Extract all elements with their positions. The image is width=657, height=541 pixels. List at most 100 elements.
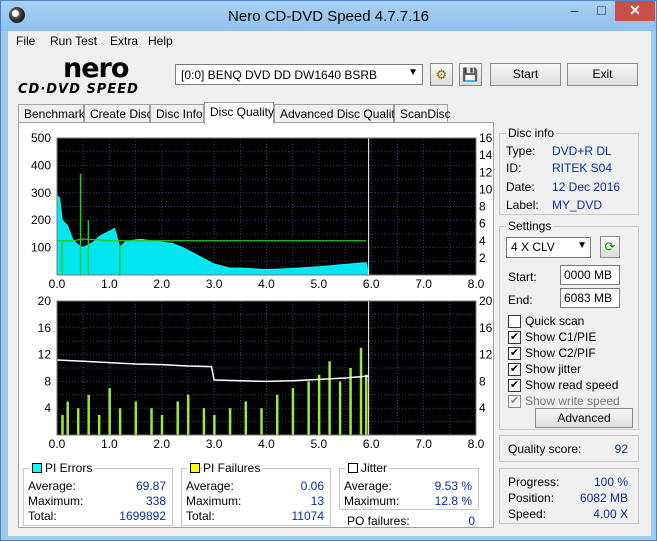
show-jitter-checkbox[interactable]: ✔: [508, 363, 521, 376]
chart-0-x-tick-label: 2.0: [153, 277, 170, 291]
drive-select-value: [0:0] BENQ DVD DD DW1640 BSRB: [181, 68, 378, 82]
pi-failures-bar: [134, 401, 138, 435]
progress-value: 100 %: [593, 475, 628, 489]
chart-0-x-tick-label: 6.0: [363, 277, 380, 291]
exit-button[interactable]: Exit: [567, 63, 638, 86]
chart-0-x-tick-label: 8.0: [468, 277, 485, 291]
checkmark-icon: ✔: [509, 395, 520, 407]
menu-bar: File Run Test Extra Help: [8, 31, 651, 51]
jitter-average-label: Average:: [344, 479, 392, 493]
drive-info-button[interactable]: ⚙: [430, 63, 453, 86]
po-failures-label: PO failures:: [347, 514, 410, 528]
advanced-button[interactable]: Advanced: [535, 408, 633, 428]
pi-failures-bar: [176, 401, 179, 435]
position-value: 6082 MB: [579, 491, 628, 505]
disc-label-label: Label:: [506, 198, 539, 212]
tab-scandisc[interactable]: ScanDisc: [394, 104, 451, 123]
chart-1-y-right-tick-label: 4: [479, 401, 486, 415]
chart-0-x-tick-label: 4.0: [258, 277, 275, 291]
tab-create-disc[interactable]: Create Disc: [84, 104, 153, 123]
logo-speed-text: CD·DVD SPEED: [18, 82, 139, 97]
pi-errors-total-value: 1699892: [119, 509, 166, 523]
settings-chain-icon: ⚙: [435, 67, 448, 82]
pi-failures-bar: [317, 374, 321, 435]
start-input[interactable]: 0000 MB: [560, 265, 620, 285]
maximize-button[interactable]: □: [588, 1, 615, 21]
start-button[interactable]: Start: [490, 63, 561, 86]
chart-0-y-right-tick-label: 6: [479, 217, 486, 231]
show-jitter-label: Show jitter: [525, 362, 582, 376]
pi-errors-average-value: 69.87: [135, 479, 166, 493]
pi-failures-total-value: 11074: [291, 509, 324, 523]
pi-failures-bar: [338, 381, 342, 435]
floppy-disk-icon: 💾: [462, 67, 479, 82]
quick-scan-checkbox[interactable]: [508, 315, 521, 328]
pi-failures-bar: [260, 408, 263, 435]
end-input[interactable]: 6083 MB: [560, 288, 620, 308]
pi-failures-bar: [87, 394, 90, 435]
tab-disc-quality[interactable]: Disc Quality: [204, 102, 274, 124]
pi-failures-bar: [291, 388, 295, 435]
chart-0-y-left-tick-label: 100: [31, 241, 51, 255]
close-button[interactable]: ✕: [615, 1, 655, 21]
show-read-speed-checkbox[interactable]: ✔: [508, 379, 521, 392]
chart-1-y-right-tick-label: 12: [479, 348, 493, 362]
save-button[interactable]: 💾: [459, 63, 482, 86]
pi-failures-title: PI Failures: [203, 461, 261, 475]
speed-select[interactable]: 4 X CLV ▼: [506, 237, 591, 258]
menu-run-test[interactable]: Run Test: [50, 34, 97, 48]
speed-select-value: 4 X CLV: [511, 240, 555, 254]
tab-disc-info[interactable]: Disc Info: [150, 104, 204, 123]
chart-1-y-left-tick-label: 8: [44, 374, 51, 388]
chart-1-x-tick-label: 7.0: [415, 437, 432, 451]
pi-failures-bar: [213, 414, 216, 435]
pi-failures-bar: [97, 414, 101, 435]
pi-failures-group: PI Failures Average: 0.06 Maximum: 13 To…: [181, 461, 331, 526]
pi-failures-color-swatch: [190, 463, 200, 473]
chart-0-x-tick-label: 5.0: [311, 277, 328, 291]
disc-info-group: Disc info Type: DVD+R DL ID: RITEK S04 D…: [499, 126, 639, 215]
disc-type-label: Type:: [506, 144, 536, 158]
speed-chevron-down-icon: ▼: [577, 240, 587, 251]
tab-benchmark[interactable]: Benchmark: [18, 104, 85, 123]
tab-advanced-disc-quality[interactable]: Advanced Disc Quality: [274, 104, 401, 123]
chart-0-x-tick-label: 0.0: [49, 277, 66, 291]
chart-0-y-right-tick-label: 2: [479, 251, 486, 265]
show-write-speed-label: Show write speed: [525, 394, 620, 408]
chart-1-x-tick-label: 8.0: [468, 437, 485, 451]
disc-id-label: ID:: [506, 161, 522, 175]
quick-scan-label: Quick scan: [525, 314, 585, 328]
show-c2-checkbox[interactable]: ✔: [508, 347, 521, 360]
chart-0-y-right-tick-label: 14: [479, 148, 493, 162]
title-bar[interactable]: Nero CD-DVD Speed 4.7.7.16 – □ ✕: [1, 1, 656, 31]
menu-file[interactable]: File: [16, 34, 35, 48]
chart-0-y-left-tick-label: 200: [31, 213, 51, 227]
tab-strip: Benchmark Create Disc Disc Info Disc Qua…: [18, 102, 648, 124]
po-failures-value: 0: [468, 514, 475, 528]
minimize-button[interactable]: –: [561, 1, 588, 21]
show-c2-label: Show C2/PIF: [525, 346, 596, 360]
drive-select[interactable]: [0:0] BENQ DVD DD DW1640 BSRB ▼: [175, 64, 423, 85]
pi-failures-bar: [359, 347, 363, 435]
quality-score-value: 92: [614, 442, 628, 456]
disc-type-value: DVD+R DL: [552, 144, 612, 158]
chart-1-y-right-tick-label: 16: [479, 321, 493, 335]
menu-help[interactable]: Help: [148, 34, 173, 48]
pi-failures-maximum-value: 13: [310, 494, 324, 508]
quality-charts: 0.0 1.0 2.0 3.0 4.0 5.0 6.0 7.0 8.0 500 400 300 200 1…: [31, 131, 493, 451]
pi-failures-bar: [328, 361, 331, 435]
disc-date-value: 12 Dec 2016: [552, 180, 621, 194]
menu-extra[interactable]: Extra: [110, 34, 138, 48]
chart-0-x-tick-label: 1.0: [101, 277, 118, 291]
refresh-speed-button[interactable]: ⟳: [600, 236, 620, 258]
pi-errors-title: PI Errors: [45, 461, 93, 475]
chart-0-y-right-tick-label: 16: [479, 131, 493, 145]
checkmark-icon: ✔: [509, 379, 520, 391]
pi-failures-bar: [76, 408, 80, 435]
chart-0-y-right-tick-label: 10: [479, 182, 493, 196]
disc-id-value: RITEK S04: [552, 161, 613, 175]
chart-1-y-left-tick-label: 12: [38, 348, 52, 362]
show-c1-checkbox[interactable]: ✔: [508, 331, 521, 344]
pi-errors-title-wrap: PI Errors: [30, 461, 95, 475]
pi-failures-bar: [228, 408, 232, 435]
